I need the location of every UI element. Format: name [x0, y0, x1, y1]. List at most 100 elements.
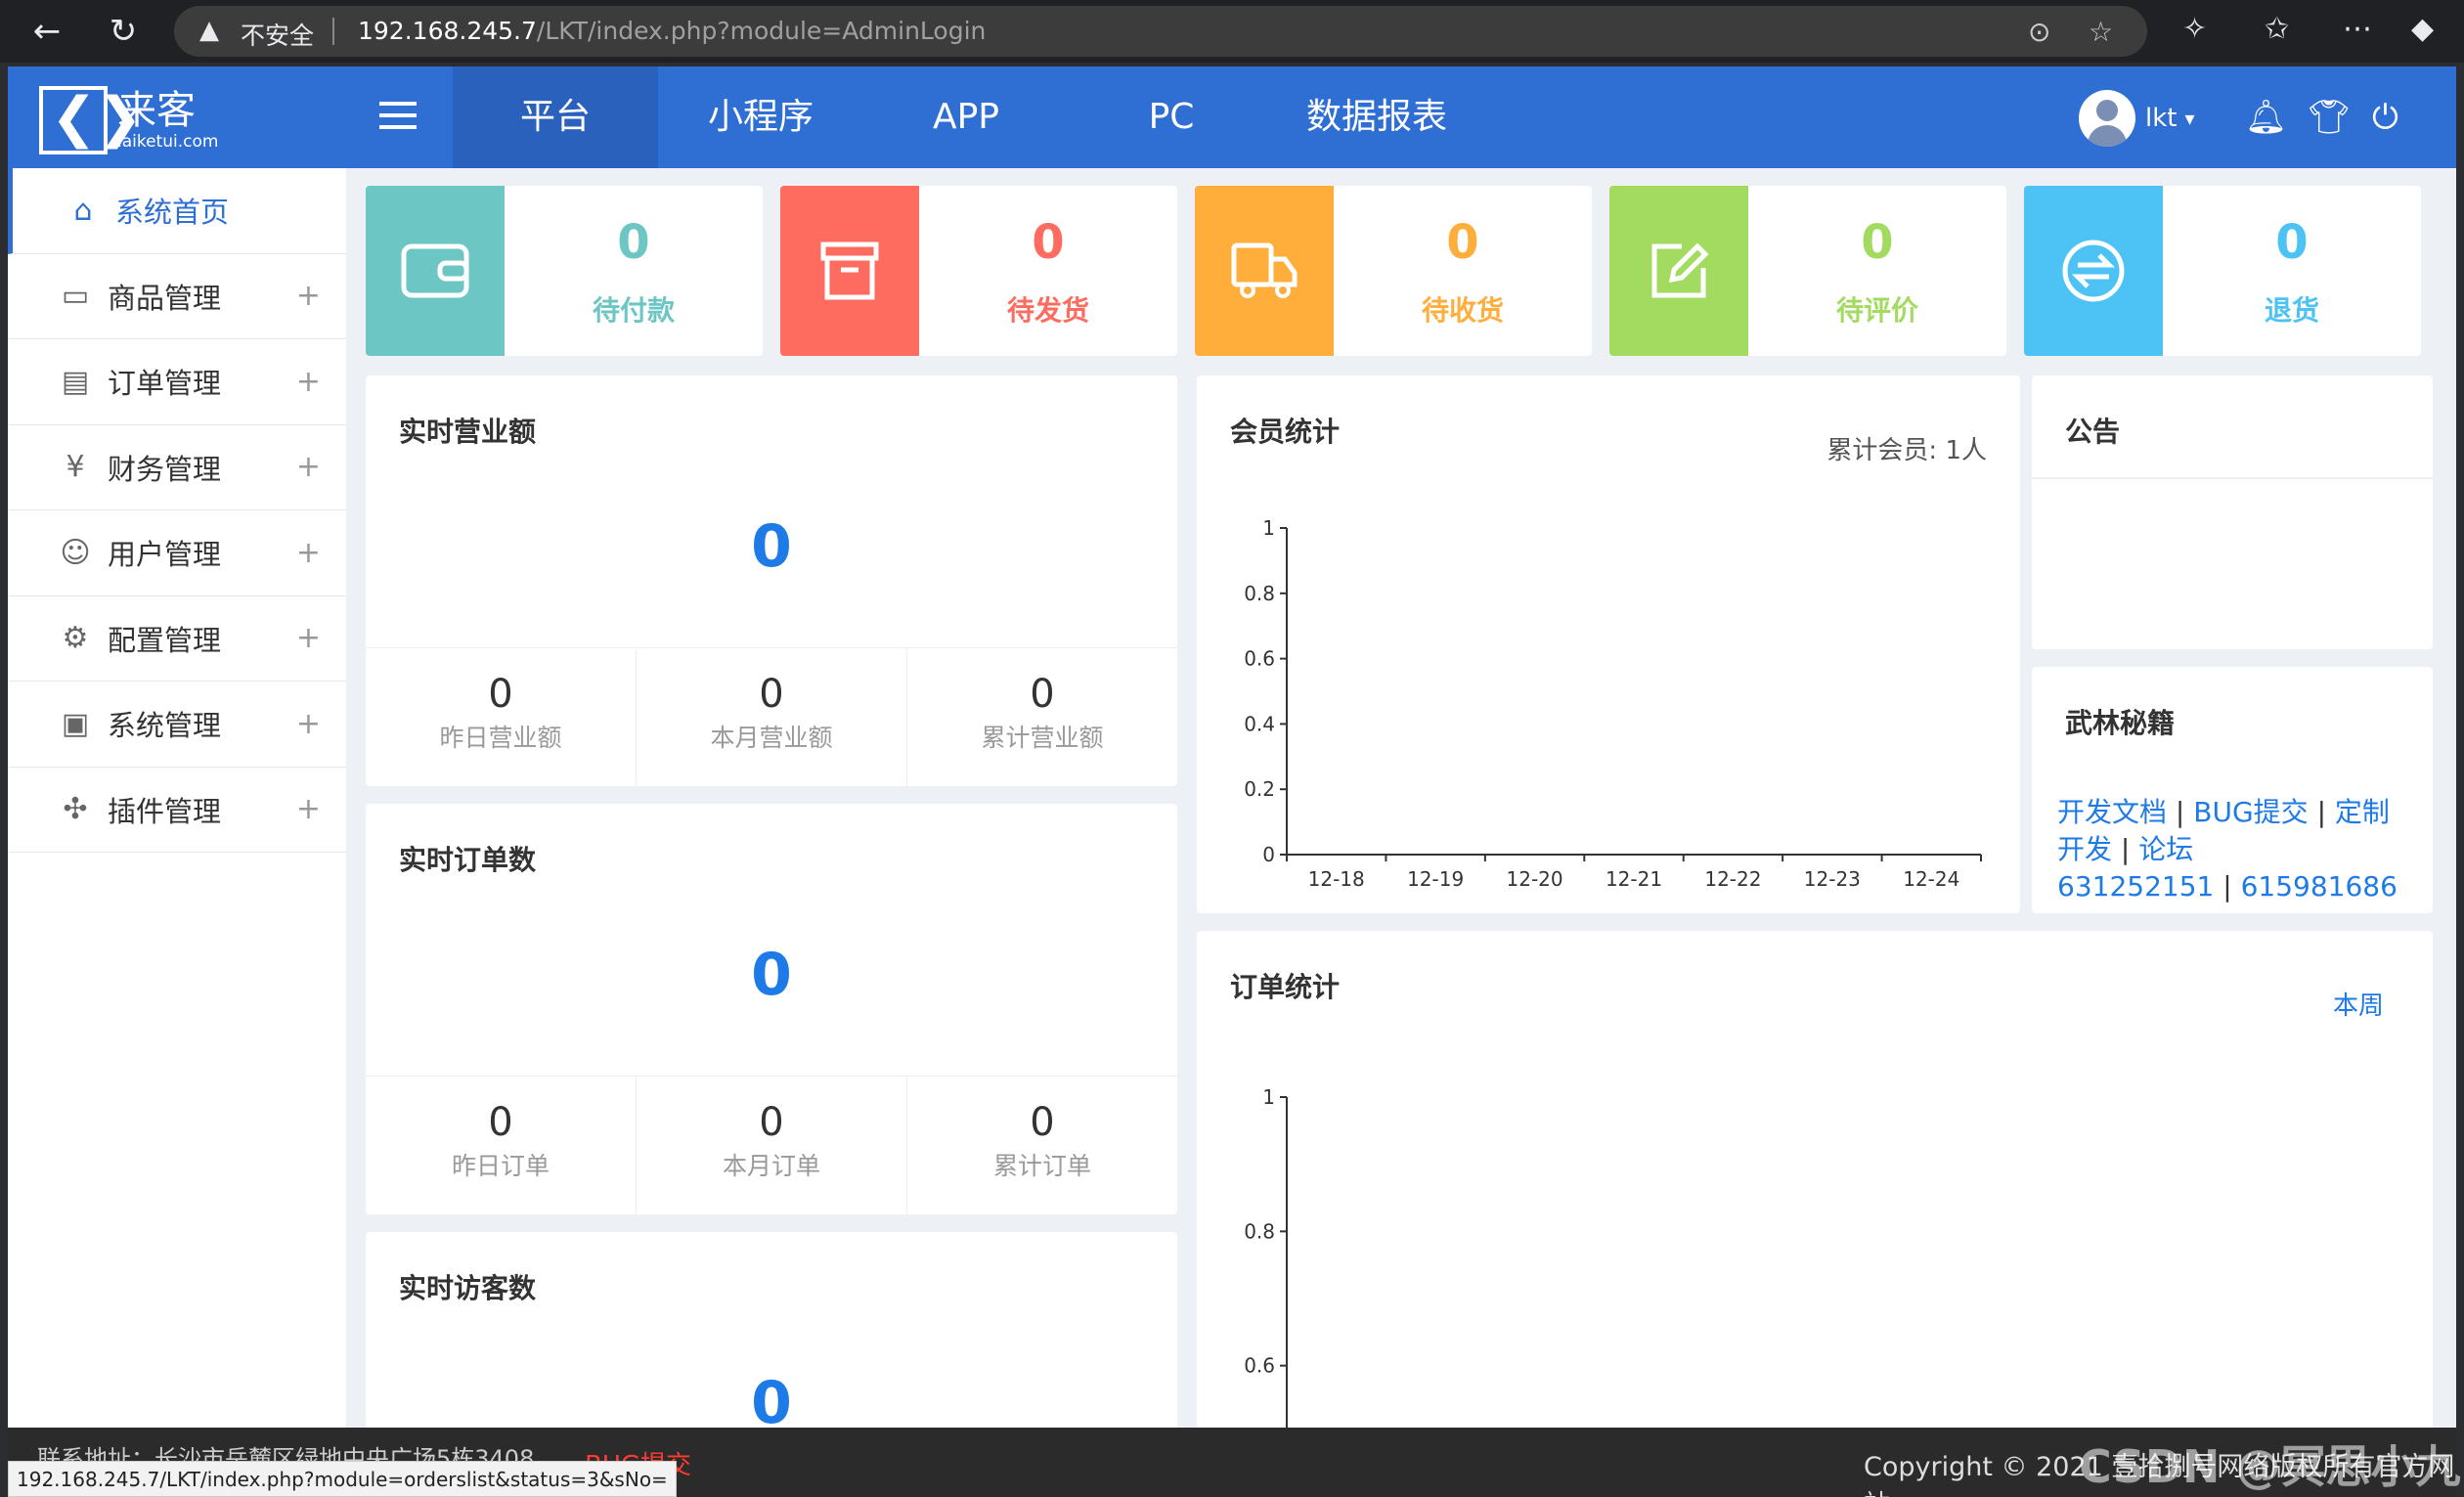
stat-value: 0 — [759, 1100, 784, 1145]
power-icon[interactable]: ⏻ — [2372, 98, 2398, 137]
hamburger-menu-icon[interactable] — [379, 102, 417, 133]
home-icon: ⌂ — [73, 193, 93, 228]
extensions-icon[interactable]: ✧ — [2182, 12, 2207, 46]
link-qq-group-2[interactable]: 615981686 — [2241, 870, 2398, 903]
panel-title: 实时订单数 — [399, 844, 537, 876]
order-stats-panel: 订单统计 本周 0.40.60.81 — [1197, 931, 2433, 1497]
y-tick-label: 0.2 — [1244, 777, 1275, 801]
tips-panel: 武林秘籍 开发文档 | BUG提交 | 定制开发 | 论坛 631252151 … — [2032, 667, 2433, 913]
expand-plus-icon[interactable]: + — [296, 450, 321, 484]
expand-plus-icon[interactable]: + — [296, 279, 321, 313]
divider — [332, 18, 334, 45]
favorite-star-icon[interactable]: ☆ — [2089, 16, 2113, 48]
copilot-icon[interactable]: ◆ — [2411, 12, 2434, 46]
menu-dots-icon[interactable]: ⋯ — [2343, 12, 2372, 46]
link-dev-docs[interactable]: 开发文档 — [2057, 796, 2167, 828]
panel-title: 武林秘籍 — [2065, 707, 2176, 739]
expand-plus-icon[interactable]: + — [296, 365, 321, 399]
sidebar-item-finance[interactable]: ¥ 财务管理 + — [8, 425, 346, 510]
bell-icon[interactable]: 🔔︎ — [2245, 98, 2287, 137]
sidebar-item-plugins[interactable]: ✣ 插件管理 + — [8, 768, 346, 853]
sidebar-item-config[interactable]: ⚙ 配置管理 + — [8, 596, 346, 682]
menu-miniprogram[interactable]: 小程序 — [658, 66, 863, 168]
x-tick-label: 12-22 — [1704, 867, 1761, 891]
expand-plus-icon[interactable]: + — [296, 792, 321, 826]
sidebar-item-users[interactable]: ☺ 用户管理 + — [8, 510, 346, 596]
top-navbar: ❮❯ 来客 laiketui.com 平台 小程序 APP PC 数据报表 lk… — [8, 66, 2456, 168]
status-count: 0 — [617, 215, 650, 270]
shirt-icon[interactable]: 👕︎ — [2308, 98, 2350, 137]
sidebar-item-label: 系统管理 — [108, 709, 222, 743]
status-bar-url: 192.168.245.7/LKT/index.php?module=order… — [8, 1461, 677, 1497]
y-tick-label: 1 — [1262, 1085, 1275, 1109]
separator: | — [2316, 796, 2327, 828]
username: lkt — [2145, 104, 2178, 133]
status-card-pending-receipt[interactable]: 0 待收货 — [1195, 186, 1592, 356]
expand-plus-icon[interactable]: + — [296, 621, 321, 655]
stat-label: 昨日营业额 — [439, 724, 562, 752]
member-chart: 0 0.2 0.4 0.6 0.8 1 12-18 12-19 12-20 12-21 12-22 1… — [1244, 516, 1982, 891]
wallet-icon — [366, 186, 505, 356]
status-card-pending-shipment[interactable]: 0 待发货 — [780, 186, 1177, 356]
stat-cell: 0 本月营业额 — [637, 648, 907, 786]
favorites-icon[interactable]: ✩ — [2265, 12, 2289, 46]
stat-label: 昨日订单 — [451, 1152, 550, 1180]
stat-value: 0 — [488, 1100, 513, 1145]
y-tick-label: 0 — [1262, 843, 1275, 866]
back-icon[interactable]: ← — [25, 10, 68, 53]
x-tick-label: 12-24 — [1903, 867, 1959, 891]
edit-icon — [1609, 186, 1748, 356]
menu-pc[interactable]: PC — [1069, 66, 1274, 168]
app-frame: ❮❯ 来客 laiketui.com 平台 小程序 APP PC 数据报表 lk… — [8, 66, 2456, 1497]
status-card-pending-payment[interactable]: 0 待付款 — [366, 186, 763, 356]
avatar — [2079, 90, 2135, 147]
reload-icon[interactable]: ↻ — [102, 10, 145, 53]
stat-cell: 0 昨日订单 — [366, 1077, 637, 1214]
security-label: 不安全 — [241, 22, 315, 50]
user-menu[interactable]: lkt ▾ — [2079, 90, 2195, 147]
x-tick-label: 12-23 — [1804, 867, 1861, 891]
sidebar-item-orders[interactable]: ▤ 订单管理 + — [8, 339, 346, 425]
sidebar-item-label: 配置管理 — [108, 623, 222, 657]
status-count: 0 — [2275, 215, 2309, 270]
sidebar-item-products[interactable]: ▭ 商品管理 + — [8, 254, 346, 339]
logo[interactable]: ❮❯ 来客 laiketui.com — [39, 86, 218, 154]
expand-plus-icon[interactable]: + — [296, 536, 321, 570]
status-card-returns[interactable]: 0 退货 — [2024, 186, 2421, 356]
url-host: 192.168.245.7 — [358, 17, 537, 45]
orders-stats-row: 0 昨日订单 0 本月订单 0 累计订单 — [366, 1076, 1177, 1214]
revenue-panel: 实时营业额 0 0 昨日营业额 0 本月营业额 0 累计营业额 — [366, 375, 1177, 786]
menu-reports[interactable]: 数据报表 — [1274, 66, 1479, 168]
truck-icon — [1195, 186, 1334, 356]
settings-doc-icon: ⚙ — [62, 621, 89, 656]
sidebar-item-label: 财务管理 — [108, 452, 222, 486]
orders-value: 0 — [751, 941, 792, 1009]
sidebar: ⌂ 系统首页 ▭ 商品管理 + ▤ 订单管理 + ¥ 财务管理 + ☺ 用户管理 + ⚙ 配置管理 +… — [8, 168, 346, 1497]
yuan-icon: ¥ — [66, 450, 85, 485]
sidebar-item-system[interactable]: ▣ 系统管理 + — [8, 682, 346, 768]
menu-app[interactable]: APP — [863, 66, 1069, 168]
status-card-pending-review[interactable]: 0 待评价 — [1609, 186, 2006, 356]
sidebar-item-home[interactable]: ⌂ 系统首页 — [8, 168, 346, 254]
url-text[interactable]: 192.168.245.7/LKT/index.php?module=Admin… — [358, 17, 986, 45]
revenue-stats-row: 0 昨日营业额 0 本月营业额 0 累计营业额 — [366, 647, 1177, 786]
sidebar-item-label: 商品管理 — [108, 281, 222, 315]
menu-platform[interactable]: 平台 — [453, 66, 658, 168]
panel-title: 实时访客数 — [399, 1272, 537, 1304]
stat-cell: 0 本月订单 — [637, 1077, 907, 1214]
browser-toolbar: ← ↻ ▲ 不安全 192.168.245.7/LKT/index.php?mo… — [0, 0, 2464, 63]
link-forum[interactable]: 论坛 — [2138, 833, 2193, 865]
link-bug-submit[interactable]: BUG提交 — [2193, 796, 2308, 828]
y-tick-label: 1 — [1262, 516, 1275, 540]
address-bar[interactable]: ▲ 不安全 192.168.245.7/LKT/index.php?module… — [174, 6, 2147, 57]
link-qq-group-1[interactable]: 631252151 — [2057, 870, 2214, 903]
stat-label: 累计营业额 — [981, 724, 1104, 752]
status-label: 待付款 — [592, 294, 675, 327]
panel-title: 实时营业额 — [399, 416, 537, 448]
shopping-bag-icon: ▭ — [61, 279, 90, 314]
expand-plus-icon[interactable]: + — [296, 707, 321, 741]
stat-label: 本月订单 — [722, 1152, 820, 1180]
y-tick-label: 0.8 — [1244, 582, 1275, 605]
x-tick-label: 12-19 — [1407, 867, 1464, 891]
more-options-icon[interactable]: ⊙ — [2028, 16, 2050, 48]
